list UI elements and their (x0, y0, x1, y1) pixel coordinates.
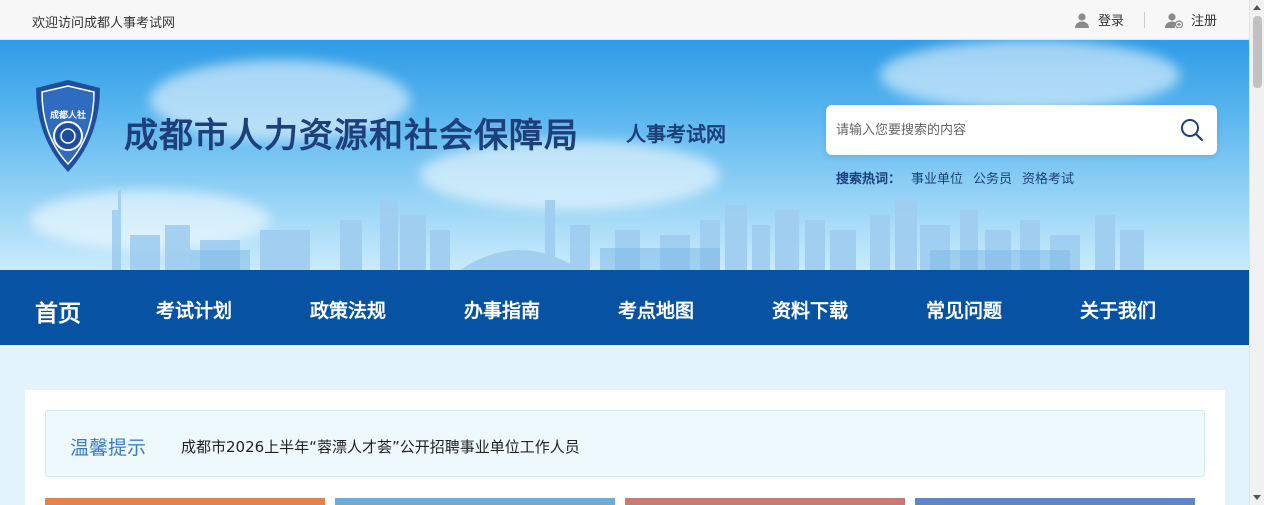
nav-item-policies[interactable]: 政策法规 (310, 296, 386, 323)
nav-item-home[interactable]: 首页 (35, 294, 81, 328)
register-label: 注册 (1190, 14, 1217, 29)
main-nav: 首页 考试计划 政策法规 办事指南 考点地图 资料下载 常见问题 关于我们 (0, 270, 1249, 345)
header-banner: 成都人社 成都市人力资源和社会保障局 人事考试网 搜索热词： 事业单位 公务员 … (0, 40, 1249, 270)
notice-title: 温馨提示 (70, 437, 147, 459)
top-bar: 欢迎访问成都人事考试网 登录 注册 (0, 0, 1249, 40)
category-tab[interactable] (45, 498, 325, 505)
user-icon (1074, 12, 1089, 28)
cloud-decoration (880, 40, 1180, 110)
page-scrollbar[interactable] (1249, 0, 1264, 505)
hot-word-link[interactable]: 公务员 (973, 168, 1012, 187)
main-content: 温馨提示 成都市2026上半年“蓉漂人才荟”公开招聘事业单位工作人员 (25, 390, 1225, 505)
divider (1143, 11, 1145, 28)
hot-search-label: 搜索热词： (836, 172, 902, 187)
account-links: 登录 注册 (1074, 10, 1217, 29)
organization-name: 成都市人力资源和社会保障局 (124, 116, 579, 156)
logo-text: 成都人社 (50, 109, 86, 121)
nav-item-exam-plan[interactable]: 考试计划 (156, 296, 232, 323)
category-tab[interactable] (625, 498, 905, 505)
search-icon[interactable] (1179, 117, 1205, 143)
scroll-down-arrow[interactable] (1253, 495, 1261, 500)
category-tab[interactable] (335, 498, 615, 505)
site-name: 人事考试网 (626, 122, 726, 146)
register-link[interactable]: 注册 (1164, 10, 1217, 29)
site-logo: 成都人社 (36, 80, 100, 172)
category-tabs (45, 498, 1205, 505)
nav-item-faq[interactable]: 常见问题 (926, 296, 1002, 323)
scroll-thumb[interactable] (1253, 16, 1262, 88)
welcome-text: 欢迎访问成都人事考试网 (32, 16, 176, 31)
hot-word-link[interactable]: 资格考试 (1022, 168, 1074, 187)
hot-word-link[interactable]: 事业单位 (911, 168, 963, 187)
notice-bar: 温馨提示 成都市2026上半年“蓉漂人才荟”公开招聘事业单位工作人员 (45, 410, 1205, 477)
login-link[interactable]: 登录 (1074, 10, 1124, 29)
nav-item-downloads[interactable]: 资料下载 (772, 296, 848, 323)
hot-search-words: 搜索热词： 事业单位 公务员 资格考试 (836, 168, 1084, 187)
login-label: 登录 (1097, 14, 1124, 29)
scroll-up-arrow[interactable] (1253, 5, 1261, 10)
notice-link[interactable]: 成都市2026上半年“蓉漂人才荟”公开招聘事业单位工作人员 (181, 436, 580, 457)
nav-item-guide[interactable]: 办事指南 (464, 296, 540, 323)
category-tab[interactable] (915, 498, 1195, 505)
search-box (826, 105, 1217, 155)
nav-item-exam-map[interactable]: 考点地图 (618, 296, 694, 323)
search-input[interactable] (836, 105, 1166, 155)
nav-item-about[interactable]: 关于我们 (1080, 296, 1156, 323)
add-user-icon (1164, 12, 1183, 28)
